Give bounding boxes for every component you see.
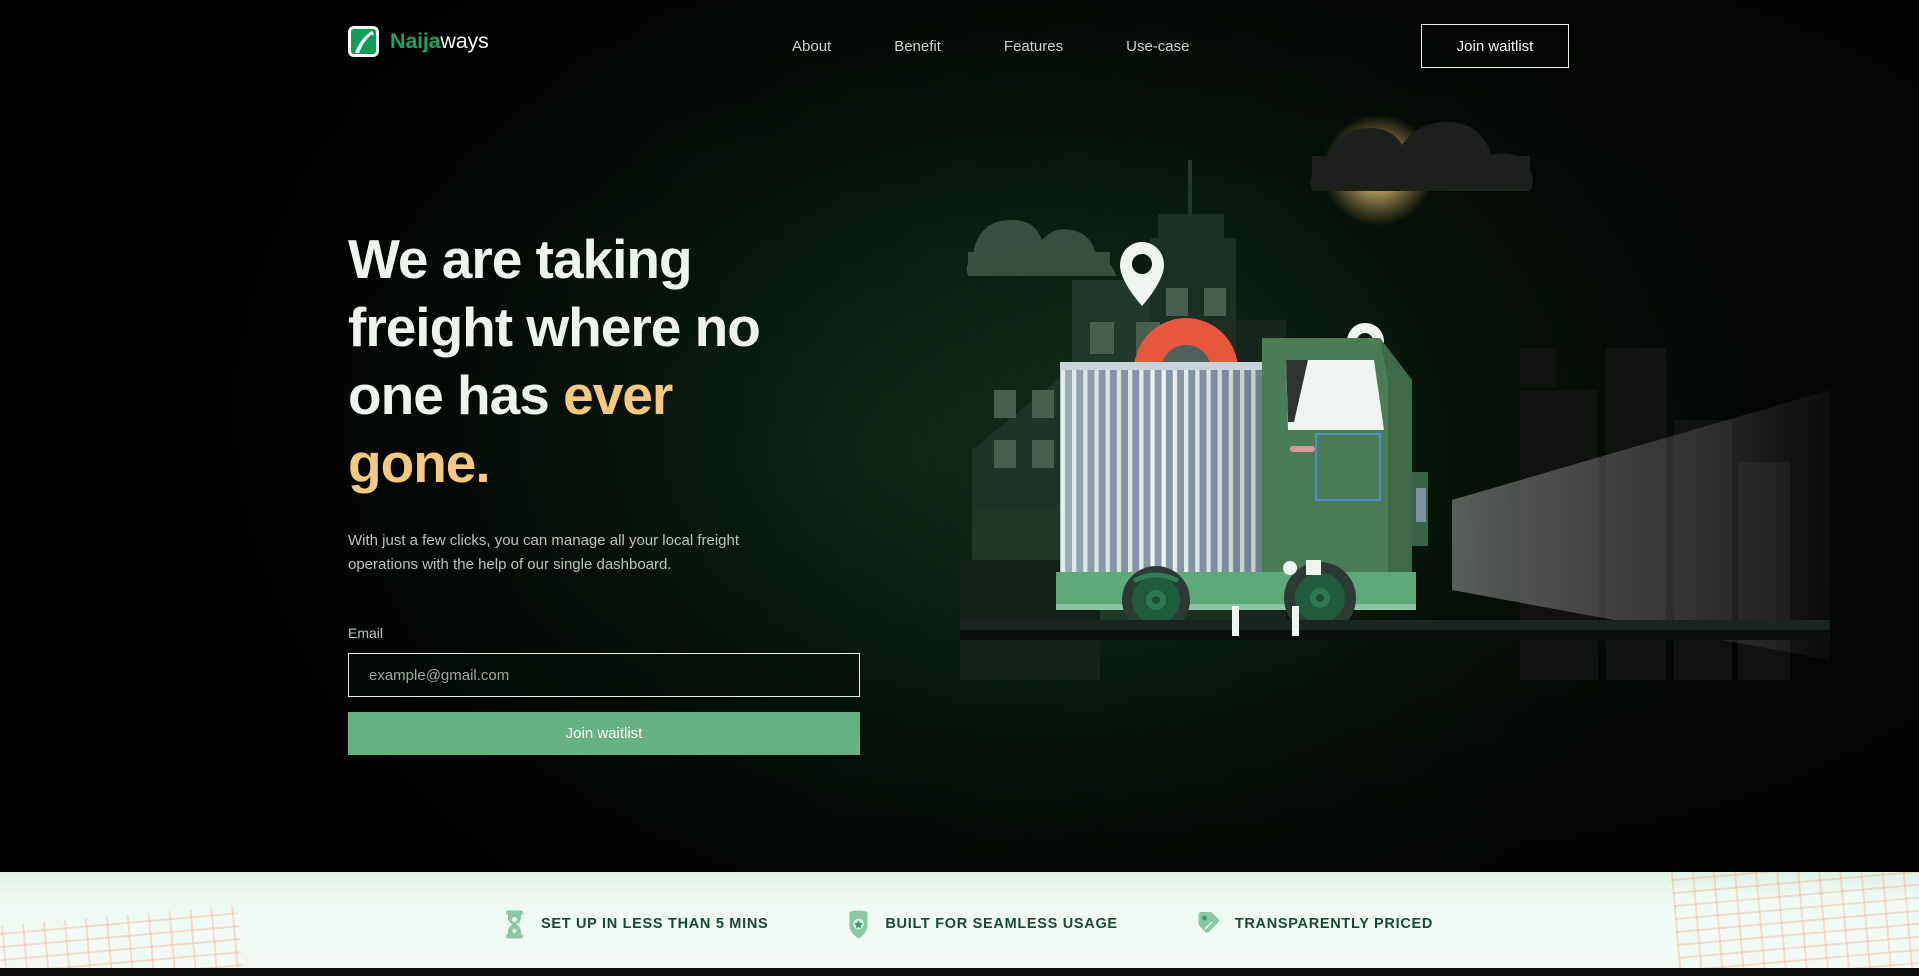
brand-name: Naijaways [390,29,489,54]
hero-title-accent-2: gone. [348,432,491,494]
feature-strip-items: SET UP IN LESS THAN 5 MINS BUILT FOR SEA… [0,872,1919,976]
road-logo-icon [348,26,379,57]
hourglass-icon [505,910,523,938]
nav-link-usecase[interactable]: Use-case [1126,38,1189,55]
feature-label-usage: BUILT FOR SEAMLESS USAGE [885,916,1118,932]
hero-title-line-1: We are taking [348,228,693,290]
nav-link-about[interactable]: About [792,38,831,55]
feature-label-pricing: TRANSPARENTLY PRICED [1234,916,1434,932]
nav-links: About Benefit Features Use-case [792,0,1189,92]
truck-cab [1262,338,1428,572]
brand-name-primary: Naija [390,29,441,53]
nav-join-waitlist-button[interactable]: Join waitlist [1421,24,1569,68]
feature-strip: SET UP IN LESS THAN 5 MINS BUILT FOR SEA… [0,872,1919,976]
email-input[interactable] [348,653,860,697]
price-tag-icon [1198,911,1219,933]
landing-page: Naijaways About Benefit Features Use-cas… [0,0,1919,976]
hero-join-waitlist-button[interactable]: Join waitlist [348,712,860,755]
hero-title-line-2: freight where no [348,296,761,358]
hero-illustration [960,90,1830,750]
main-navbar: Naijaways About Benefit Features Use-cas… [0,0,1919,92]
cloud-left-icon [966,219,1116,276]
feature-item-pricing: TRANSPARENTLY PRICED [1196,910,1433,939]
hero-subtitle: With just a few clicks, you can manage a… [348,532,740,573]
hero-section: Naijaways About Benefit Features Use-cas… [0,0,1919,872]
feature-item-setup: SET UP IN LESS THAN 5 MINS [502,910,768,939]
feature-item-usage: BUILT FOR SEAMLESS USAGE [846,910,1117,939]
hero-copy: We are taking freight where no one has e… [348,225,860,755]
brand-logo[interactable]: Naijaways [348,26,489,57]
hero-title-accent-1: ever [563,364,673,426]
brand-name-secondary: ways [440,29,489,53]
nav-link-benefit[interactable]: Benefit [894,38,941,55]
shield-badge-icon [849,910,868,938]
feature-label-setup: SET UP IN LESS THAN 5 MINS [540,916,769,932]
hero-title-line-3: one has [348,364,564,426]
nav-link-features[interactable]: Features [1004,38,1063,55]
email-field-label: Email [348,625,384,641]
hero-title: We are taking freight where no one has e… [348,225,848,497]
